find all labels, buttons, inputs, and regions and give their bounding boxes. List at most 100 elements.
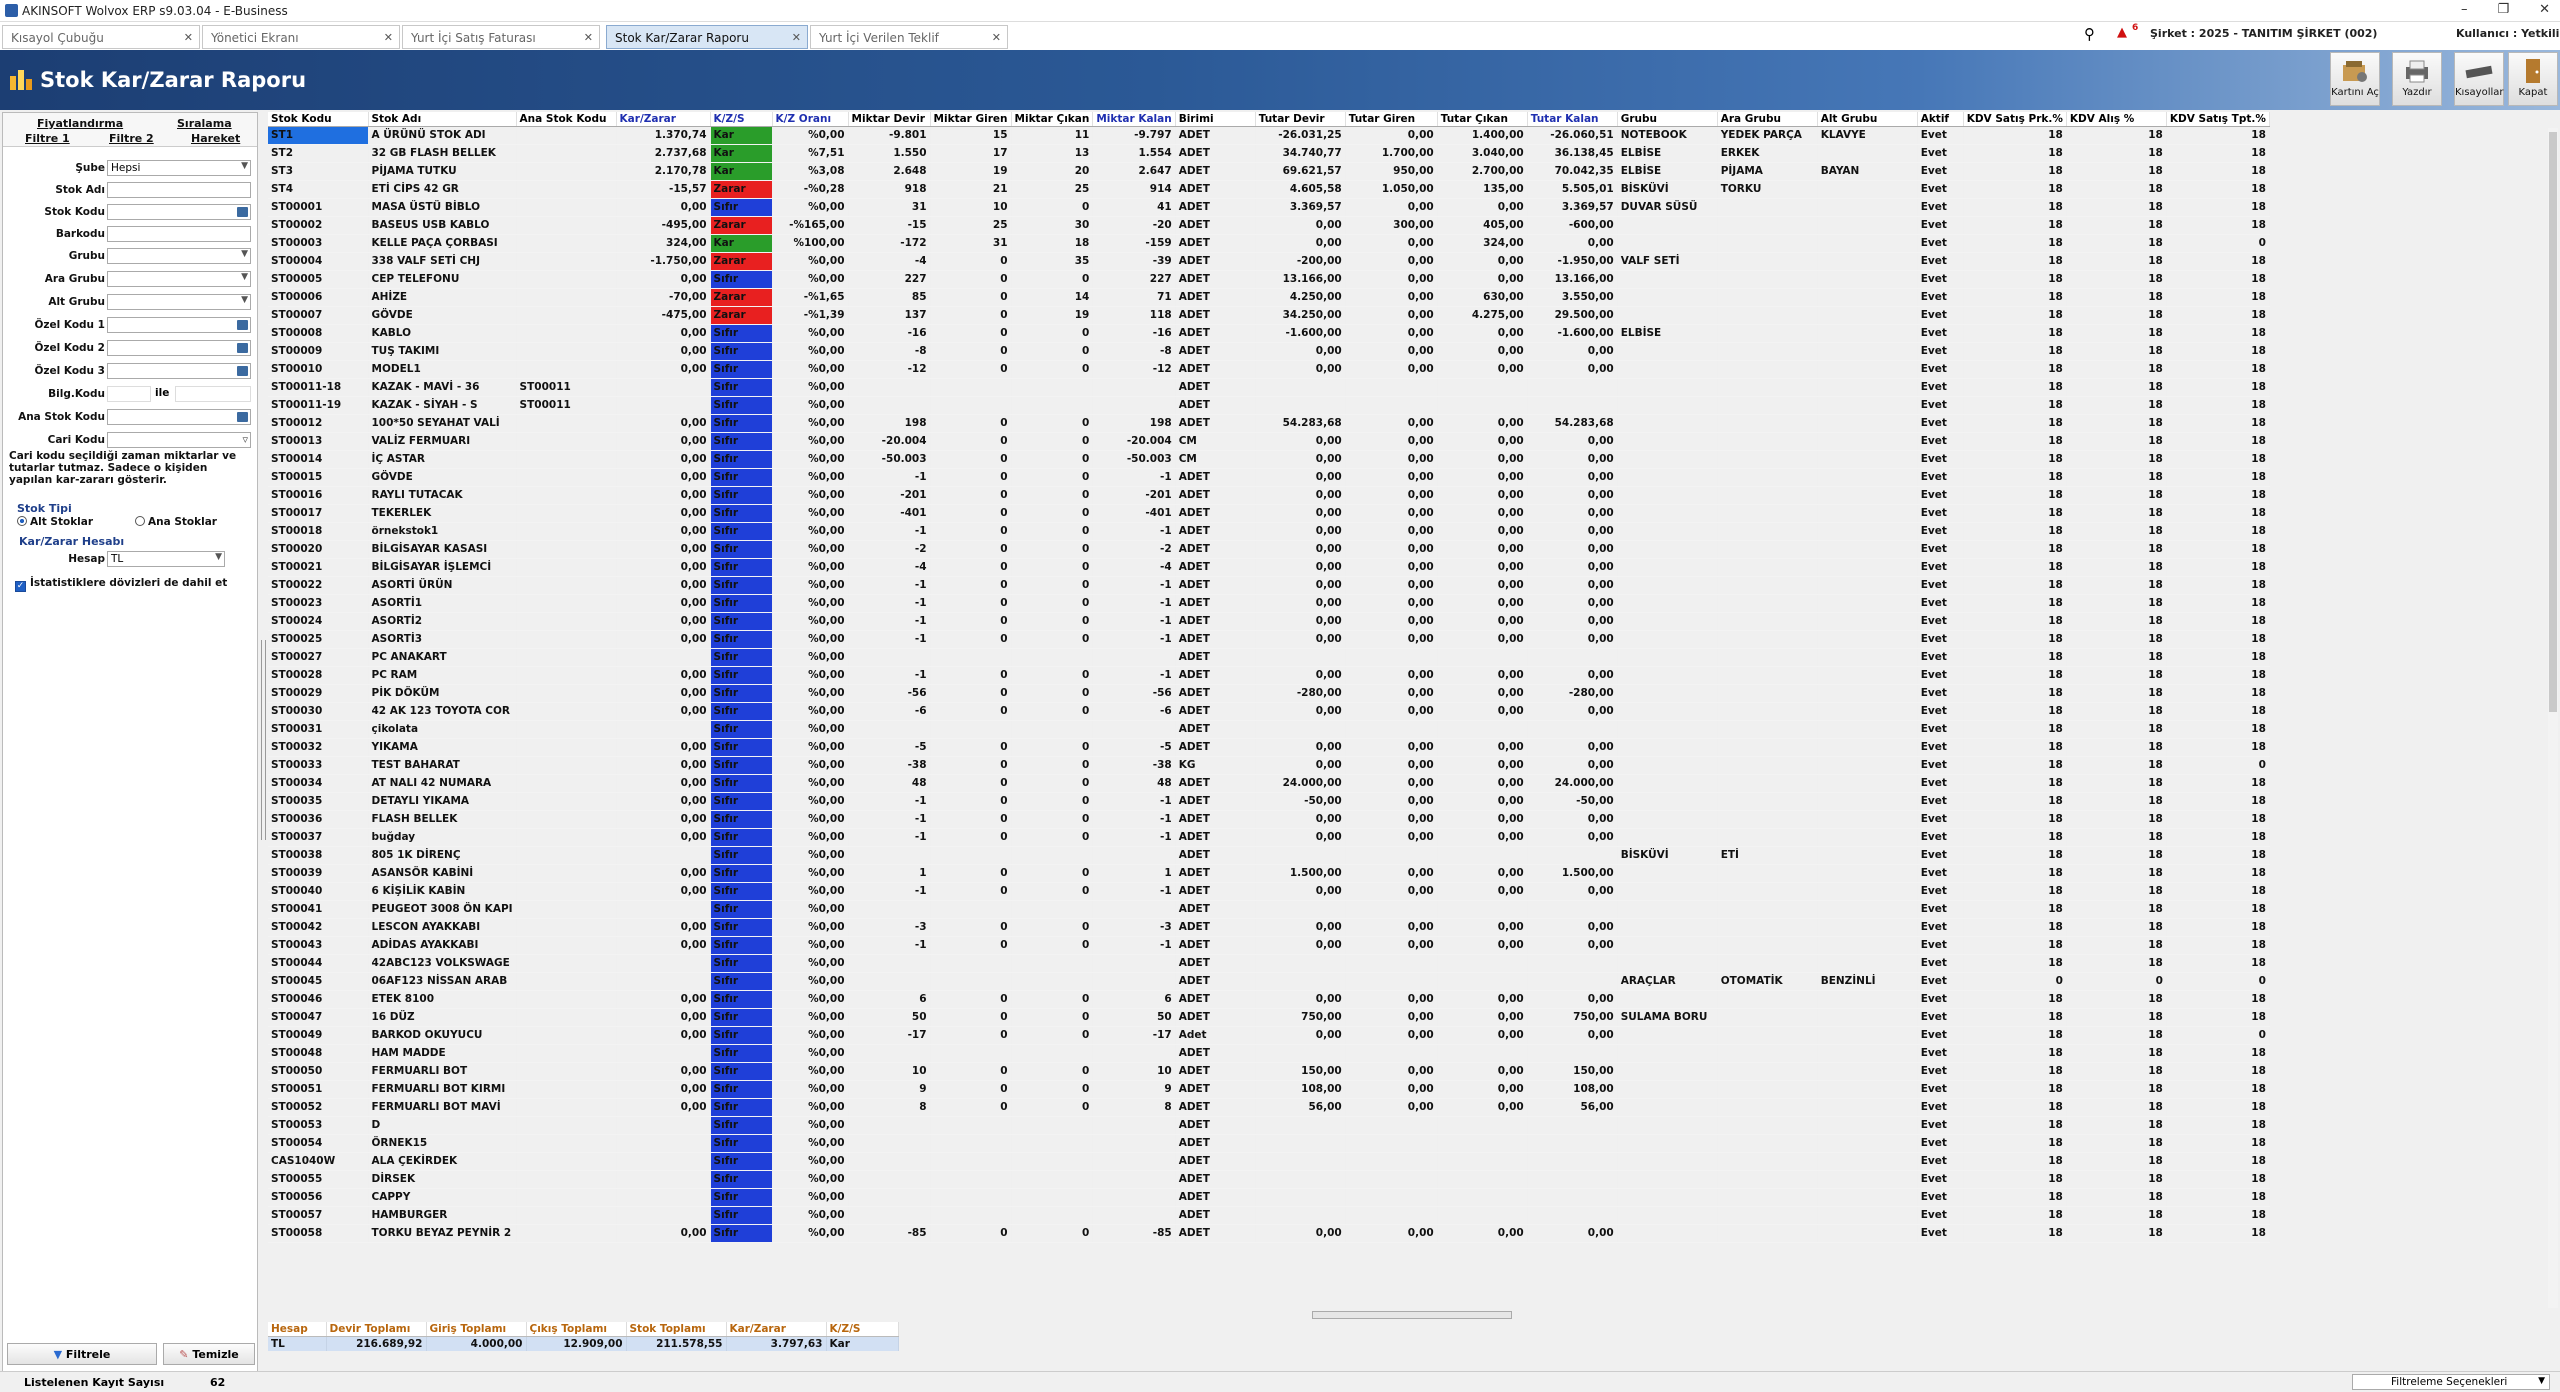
tab-siralama[interactable]: Sıralama	[177, 117, 232, 130]
table-row[interactable]: ST00009 TUŞ TAKIMI 0,00 Sıfır %0,00 -8 0 0 -8 ADE…	[268, 342, 2270, 361]
tab-hareket[interactable]: Hareket	[191, 132, 240, 145]
summary-header[interactable]: Çıkış Toplamı	[526, 1322, 627, 1337]
column-header[interactable]: KDV Satış Prk.%	[1963, 112, 2067, 127]
search-icon[interactable]: ⚲	[2084, 25, 2095, 43]
close-button[interactable]: Kapat	[2508, 52, 2558, 106]
lookup-icon[interactable]	[237, 343, 248, 353]
filter-icon[interactable]: ▿	[242, 433, 248, 446]
tab-kisayol[interactable]: Kısayol Çubuğu ✕	[2, 25, 200, 49]
table-row[interactable]: ST00013 VALİZ FERMUARI 0,00 Sıfır %0,00 -20.0…	[268, 432, 2270, 451]
column-header[interactable]: Tutar Çıkan	[1437, 112, 1528, 127]
temizle-button[interactable]: ✎ Temizle	[163, 1343, 255, 1365]
table-row[interactable]: ST00004 338 VALF SETİ CHJ -1.750,00 Zarar %0…	[268, 252, 2270, 271]
table-row[interactable]: ST00050 FERMUARLI BOT 0,00 Sıfır %0,00 10 0 0 10…	[268, 1062, 2270, 1081]
summary-header[interactable]: Stok Toplamı	[626, 1322, 727, 1337]
table-row[interactable]: ST00021 BİLGİSAYAR İŞLEMCİ 0,00 Sıfır %0,00-…	[268, 558, 2270, 577]
print-button[interactable]: Yazdır	[2392, 52, 2442, 106]
tab-fiyatlandirma[interactable]: Fiyatlandırma	[37, 117, 123, 130]
tab-filtre1[interactable]: Filtre 1	[25, 132, 70, 145]
column-header[interactable]: Birimi	[1175, 112, 1256, 127]
panel-splitter[interactable]	[261, 640, 266, 840]
table-row[interactable]: ST00011-18 KAZAK - MAVİ - 36 ST00011 Sıfır%…	[268, 378, 2270, 397]
column-header[interactable]: Aktif	[1917, 112, 1964, 127]
table-row[interactable]: ST00031 çikolata Sıfır %0,00 ADET Evet 18 18 18	[268, 720, 2270, 739]
table-row[interactable]: ST1 A ÜRÜNÜ STOK ADI 1.370,74 Kar %0,00 -9.80…	[268, 126, 2270, 145]
table-row[interactable]: ST00028 PC RAM 0,00 Sıfır %0,00 -1 0 0 -1 ADET 0,0…	[268, 666, 2270, 685]
radio-alt-stoklar[interactable]: Alt Stoklar	[17, 516, 93, 528]
table-row[interactable]: ST00056 CAPPY Sıfır %0,00 ADET Evet 18 18 18	[268, 1188, 2270, 1207]
maximize-icon[interactable]: ❐	[2497, 2, 2509, 17]
lookup-icon[interactable]	[237, 320, 248, 330]
stok-kodu-input[interactable]	[107, 204, 251, 220]
table-row[interactable]: ST00007 GÖVDE -475,00 Zarar -%1,39 137 0 19 118 A…	[268, 306, 2270, 325]
summary-header[interactable]: Kar/Zarar	[726, 1322, 827, 1337]
table-row[interactable]: ST00053 D Sıfır %0,00 ADET Evet 18 18 18	[268, 1116, 2270, 1135]
column-header[interactable]: Miktar Devir	[848, 112, 931, 127]
column-header[interactable]: Alt Grubu	[1817, 112, 1918, 127]
grubu-select[interactable]: ▼	[107, 248, 251, 264]
table-row[interactable]: ST00010 MODEL1 0,00 Sıfır %0,00 -12 0 0 -12 ADET 0…	[268, 360, 2270, 379]
ana-stok-kodu-input[interactable]	[107, 409, 251, 425]
lookup-icon[interactable]	[237, 412, 248, 422]
summary-row[interactable]: TL 216.689,92 4.000,00 12.909,00 211.578…	[268, 1336, 899, 1351]
summary-header[interactable]: K/Z/S	[826, 1322, 899, 1337]
tab-stok-kar-zarar[interactable]: Stok Kar/Zarar Raporu ✕	[606, 25, 808, 49]
table-row[interactable]: ST00017 TEKERLEK 0,00 Sıfır %0,00 -401 0 0 -401 A…	[268, 504, 2270, 523]
table-row[interactable]: ST00048 HAM MADDE Sıfır %0,00 ADET Evet 18 18 18	[268, 1044, 2270, 1063]
table-row[interactable]: ST00015 GÖVDE 0,00 Sıfır %0,00 -1 0 0 -1 ADET 0,00…	[268, 468, 2270, 487]
column-header[interactable]: Stok Adı	[368, 112, 517, 127]
radio-ana-stoklar[interactable]: Ana Stoklar	[135, 516, 217, 528]
table-row[interactable]: ST00002 BASEUS USB KABLO -495,00 Zarar -%165…	[268, 216, 2270, 235]
column-header[interactable]: Kar/Zarar	[616, 112, 711, 127]
table-row[interactable]: ST00057 HAMBURGER Sıfır %0,00 ADET Evet 18 18 18	[268, 1206, 2270, 1225]
summary-header[interactable]: Giriş Toplamı	[426, 1322, 527, 1337]
table-row[interactable]: ST00008 KABLO 0,00 Sıfır %0,00 -16 0 0 -16 ADET -1…	[268, 324, 2270, 343]
summary-header[interactable]: Hesap	[268, 1322, 327, 1337]
ozel-kodu-2-input[interactable]	[107, 340, 251, 356]
column-header[interactable]: K/Z/S	[710, 112, 773, 127]
cari-kodu-input[interactable]: ▿	[107, 432, 251, 448]
vertical-scrollbar[interactable]	[2548, 128, 2558, 1308]
table-row[interactable]: ST00049 BARKOD OKUYUCU 0,00 Sıfır %0,00 -17 0 0…	[268, 1026, 2270, 1045]
table-row[interactable]: ST00041 PEUGEOT 3008 ÖN KAPI Sıfır %0,00 ADE…	[268, 900, 2270, 919]
table-row[interactable]: ST00012 100*50 SEYAHAT VALİ 0,00 Sıfır %0,00…	[268, 414, 2270, 433]
alt-grubu-select[interactable]: ▼	[107, 294, 251, 310]
table-row[interactable]: ST00006 AHİZE -70,00 Zarar -%1,65 85 0 14 71 ADET…	[268, 288, 2270, 307]
table-row[interactable]: ST00052 FERMUARLI BOT MAVİ 0,00 Sıfır %0,00 8…	[268, 1098, 2270, 1117]
table-row[interactable]: ST00037 buğday 0,00 Sıfır %0,00 -1 0 0 -1 ADET 0,0…	[268, 828, 2270, 847]
column-header[interactable]: K/Z Oranı	[772, 112, 849, 127]
table-row[interactable]: ST00043 ADİDAS AYAKKABI 0,00 Sıfır %0,00 -1 0 0…	[268, 936, 2270, 955]
istatistik-checkbox[interactable]: ✓ İstatistiklere dövizleri de dahil et	[15, 577, 227, 592]
close-icon[interactable]: ✕	[2539, 2, 2550, 17]
table-row[interactable]: ST00001 MASA ÜSTÜ BİBLO 0,00 Sıfır %0,00 31 10…	[268, 198, 2270, 217]
ozel-kodu-1-input[interactable]	[107, 317, 251, 333]
table-row[interactable]: ST00033 TEST BAHARAT 0,00 Sıfır %0,00 -38 0 0 -3…	[268, 756, 2270, 775]
close-tab-icon[interactable]: ✕	[992, 31, 1001, 44]
stok-adi-input[interactable]	[107, 182, 251, 198]
summary-header[interactable]: Devir Toplamı	[326, 1322, 427, 1337]
table-row[interactable]: ST00032 YIKAMA 0,00 Sıfır %0,00 -5 0 0 -5 ADET 0,0…	[268, 738, 2270, 757]
column-header[interactable]: Tutar Kalan	[1527, 112, 1618, 127]
table-row[interactable]: ST00016 RAYLI TUTACAK 0,00 Sıfır %0,00 -201 0 0…	[268, 486, 2270, 505]
tab-satis-faturasi[interactable]: Yurt İçi Satış Faturası ✕	[402, 25, 600, 49]
column-header[interactable]: Tutar Giren	[1345, 112, 1438, 127]
table-row[interactable]: ST00040 6 KİŞİLİK KABİN 0,00 Sıfır %0,00 -1 0 0…	[268, 882, 2270, 901]
barkodu-input[interactable]	[107, 226, 251, 242]
open-card-button[interactable]: Kartını Aç	[2330, 52, 2380, 106]
table-row[interactable]: ST00042 LESCON AYAKKABI 0,00 Sıfır %0,00 -3 0 0…	[268, 918, 2270, 937]
table-row[interactable]: ST00051 FERMUARLI BOT KIRMI 0,00 Sıfır %0,00…	[268, 1080, 2270, 1099]
table-row[interactable]: ST00027 PC ANAKART Sıfır %0,00 ADET Evet 18 18 1…	[268, 648, 2270, 667]
close-tab-icon[interactable]: ✕	[384, 31, 393, 44]
shortcuts-button[interactable]: Kısayollar	[2454, 52, 2504, 106]
table-row[interactable]: ST00054 ÖRNEK15 Sıfır %0,00 ADET Evet 18 18 18	[268, 1134, 2270, 1153]
hesap-select[interactable]: TL ▼	[107, 551, 225, 567]
detail-splitter-handle[interactable]	[1312, 1311, 1512, 1319]
table-row[interactable]: ST00029 PİK DÖKÜM 0,00 Sıfır %0,00 -56 0 0 -56 AD…	[268, 684, 2270, 703]
column-header[interactable]: Stok Kodu	[268, 112, 369, 127]
table-row[interactable]: ST00034 AT NALI 42 NUMARA 0,00 Sıfır %0,00 48…	[268, 774, 2270, 793]
table-row[interactable]: ST00018 örnekstok1 0,00 Sıfır %0,00 -1 0 0 -1 ADE…	[268, 522, 2270, 541]
lookup-icon[interactable]	[237, 207, 248, 217]
column-header[interactable]: KDV Alış %	[2066, 112, 2167, 127]
table-row[interactable]: ST00014 İÇ ASTAR 0,00 Sıfır %0,00 -50.003 0 0 -5…	[268, 450, 2270, 469]
column-header[interactable]: Miktar Giren	[930, 112, 1012, 127]
